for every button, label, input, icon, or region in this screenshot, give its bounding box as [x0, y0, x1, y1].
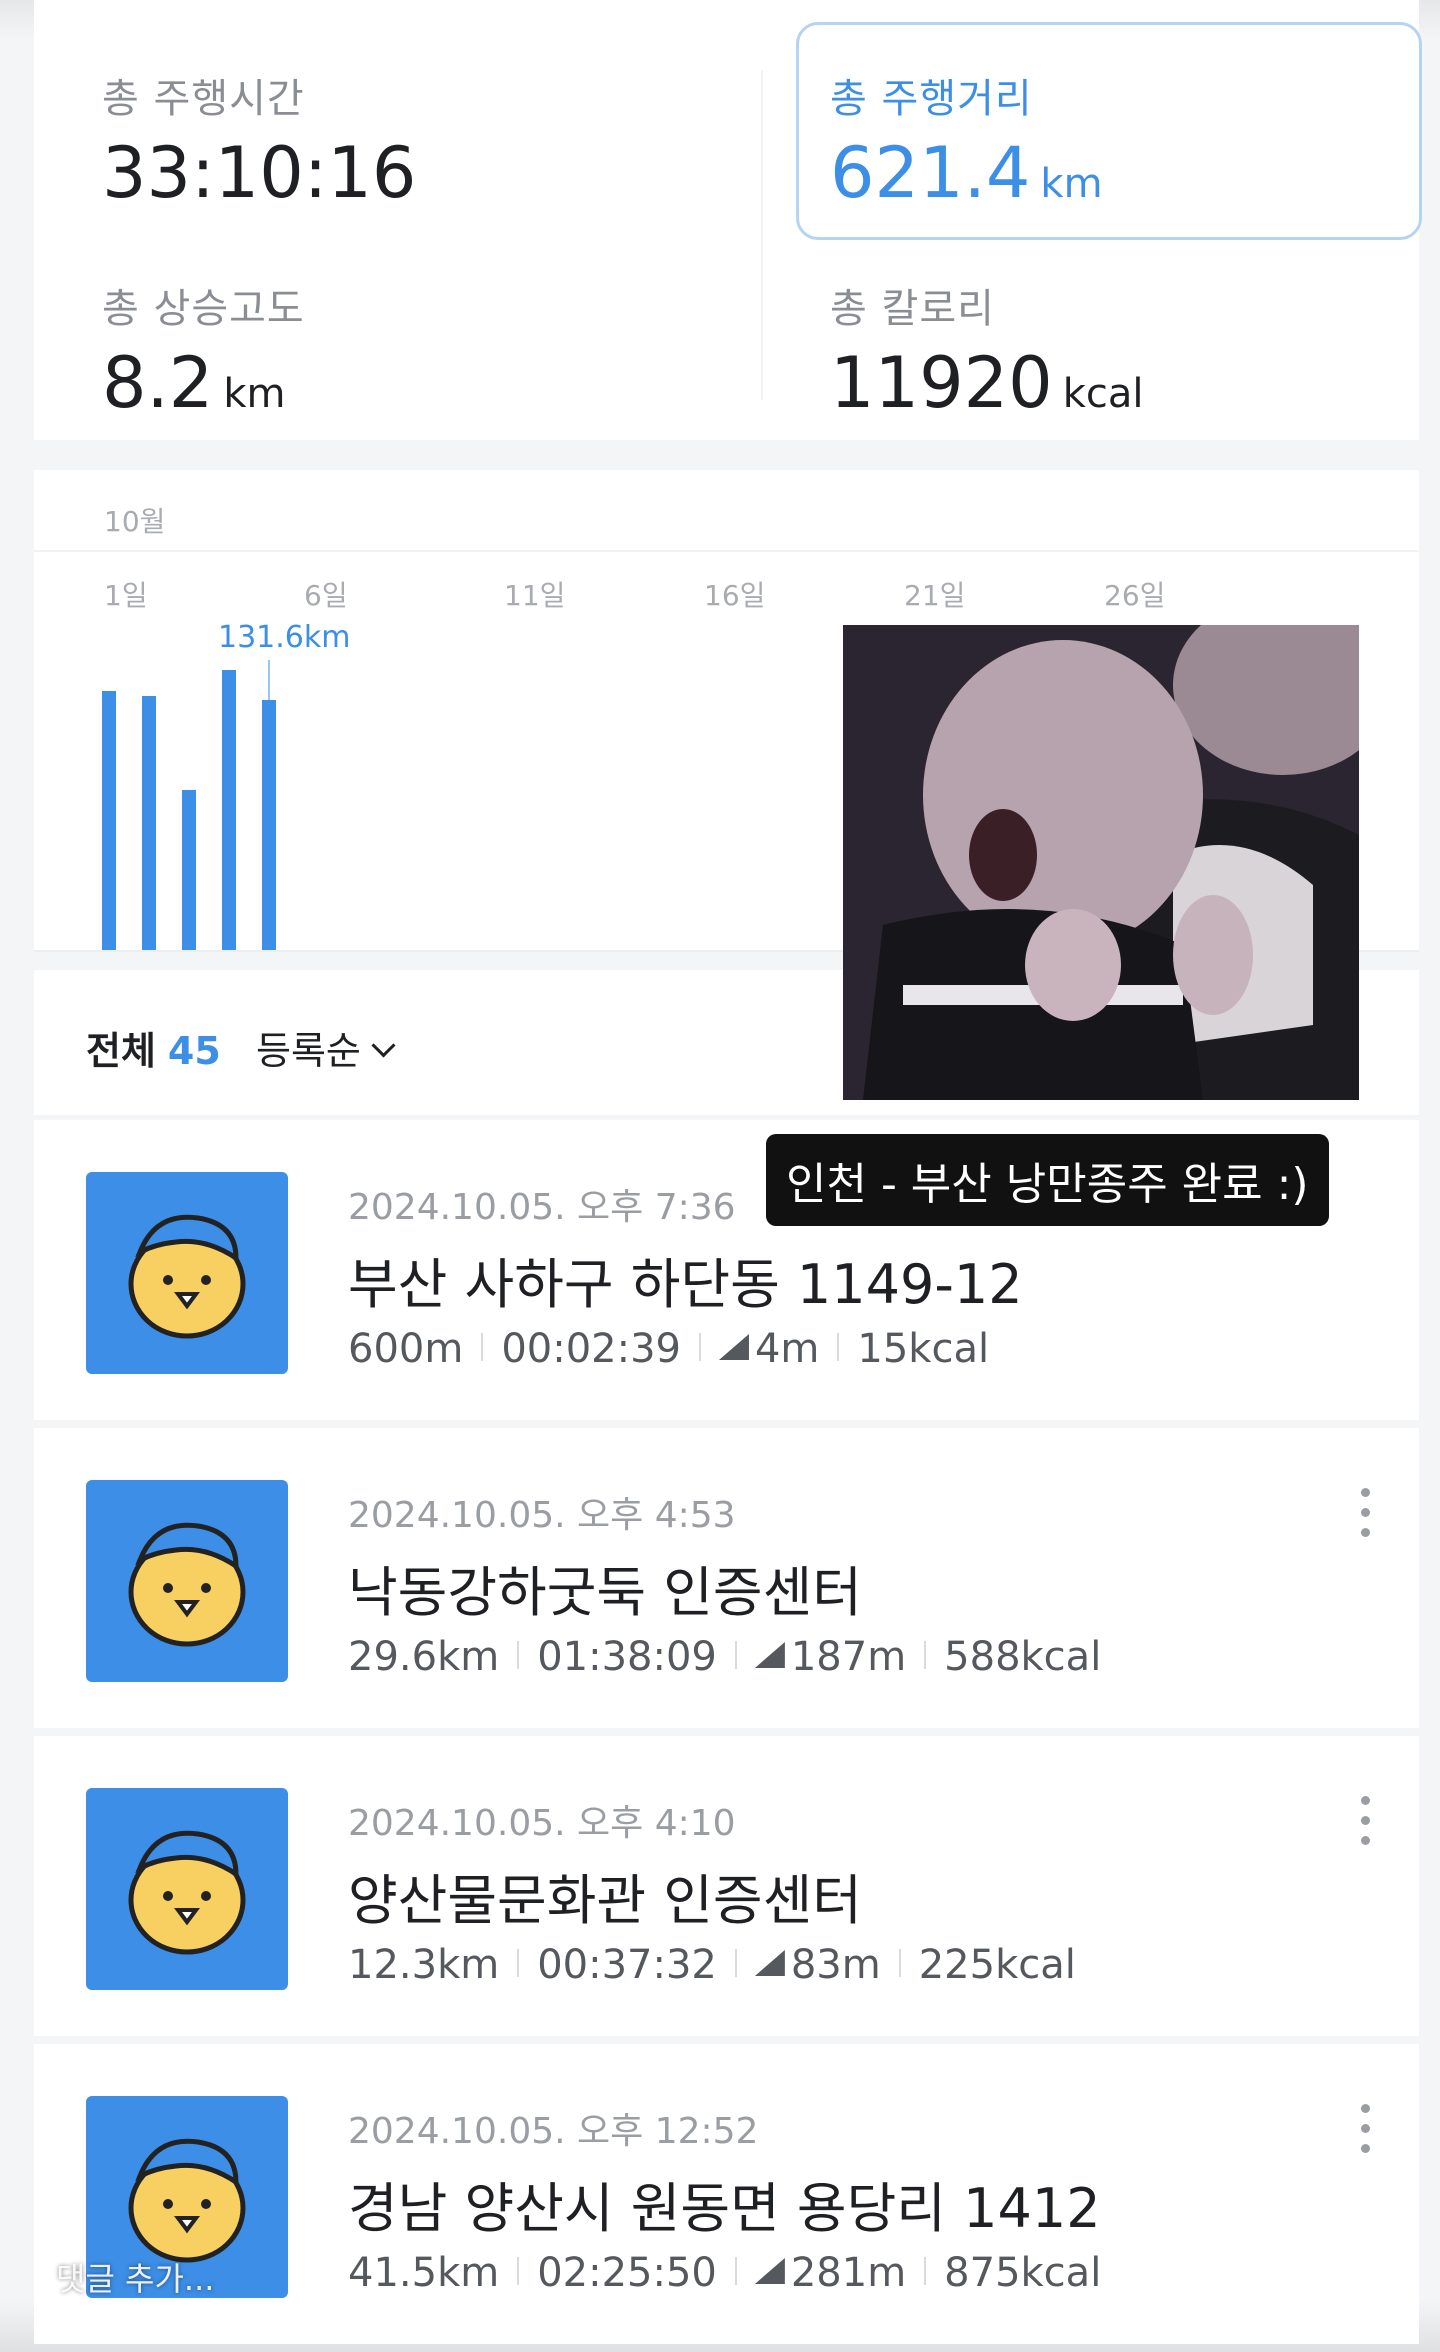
ride-title: 양산물문화관 인증센터 [348, 1869, 862, 1932]
x-tick: 11일 [504, 579, 566, 612]
ride-climb: 83m [790, 1942, 881, 1988]
climb-icon [754, 1642, 785, 1668]
stat-value: 33:10:16 [102, 132, 417, 214]
character-avatar-icon [128, 1214, 246, 1339]
ride-metrics: 12.3km 00:37:32 83m 225kcal [348, 1942, 1076, 1988]
stat-total-calories[interactable]: 총 칼로리 11920 kcal [830, 276, 1143, 424]
x-tick: 26일 [1104, 579, 1166, 612]
chart-bar[interactable] [182, 789, 196, 950]
stat-label: 총 주행거리 [830, 76, 1033, 122]
chart-month: 10월 [104, 505, 166, 538]
climb-icon [754, 2258, 785, 2284]
cheering-child-image [843, 625, 1359, 1100]
ride-date: 2024.10.05. 오후 4:53 [348, 1495, 736, 1536]
climb-icon [754, 1950, 785, 1976]
stat-label: 총 칼로리 [830, 286, 995, 332]
ride-calories: 15kcal [857, 1326, 990, 1372]
stat-label: 총 주행시간 [102, 76, 305, 122]
divider [517, 1949, 520, 1977]
divider [517, 2257, 520, 2285]
ride-metrics: 600m 00:02:39 4m 15kcal [348, 1326, 989, 1372]
ride-metrics: 41.5km 02:25:50 281m 875kcal [348, 2250, 1101, 2296]
chart-top-line [34, 550, 1419, 552]
overlay-photo [843, 625, 1359, 1100]
bar-value-pin [268, 659, 270, 700]
stat-total-time[interactable]: 총 주행시간 33:10:16 [102, 66, 416, 214]
all-filter[interactable]: 전체 45 [86, 1020, 221, 1075]
more-options-icon[interactable] [1361, 1796, 1371, 1846]
ride-thumbnail [86, 1172, 288, 1374]
x-tick: 1일 [104, 579, 148, 612]
ride-distance: 600m [348, 1326, 464, 1372]
ride-date: 2024.10.05. 오후 12:52 [348, 2111, 759, 2152]
ride-count: 45 [167, 1029, 221, 1073]
divider [481, 1333, 484, 1361]
ride-calories: 588kcal [944, 1634, 1102, 1680]
ride-list-item[interactable]: 2024.10.05. 오후 4:10 양산물문화관 인증센터 12.3km 00… [34, 1736, 1419, 2036]
ride-distance: 12.3km [348, 1942, 500, 1988]
ride-climb: 281m [790, 2250, 907, 2296]
stat-label: 총 상승고도 [102, 286, 305, 332]
stat-total-distance[interactable]: 총 주행거리 621.4 km [830, 66, 1103, 214]
ride-title: 낙동강하굿둑 인증센터 [348, 1561, 862, 1624]
chart-bar[interactable] [142, 695, 156, 950]
x-tick: 16일 [704, 579, 766, 612]
character-avatar-icon [128, 1830, 246, 1955]
ride-climb: 187m [790, 1634, 907, 1680]
ride-duration: 01:38:09 [537, 1634, 717, 1680]
ride-distance: 29.6km [348, 1634, 500, 1680]
ride-list-item[interactable]: 2024.10.05. 오후 12:52 경남 양산시 원동면 용당리 1412… [34, 2044, 1419, 2344]
ride-duration: 00:37:32 [537, 1942, 717, 1988]
bar-value-label: 131.6km [218, 619, 351, 655]
ride-list-item[interactable]: 2024.10.05. 오후 4:53 낙동강하굿둑 인증센터 29.6km 01… [34, 1428, 1419, 1728]
ride-title: 부산 사하구 하단동 1149-12 [348, 1253, 1023, 1316]
x-tick: 6일 [304, 579, 348, 612]
chevron-down-icon [371, 1033, 396, 1058]
ride-date: 2024.10.05. 오후 4:10 [348, 1803, 736, 1844]
divider [898, 1949, 901, 1977]
comment-input[interactable]: 댓글 추가... [56, 2254, 214, 2300]
stats-panel: 총 주행시간 33:10:16 총 주행거리 621.4 km 총 상승고도 8.… [34, 0, 1422, 440]
ride-thumbnail [86, 1480, 288, 1682]
sort-label: 등록순 [256, 1029, 361, 1073]
sort-dropdown[interactable]: 등록순 [256, 1020, 396, 1075]
all-label: 전체 [86, 1029, 156, 1073]
more-options-icon[interactable] [1361, 1488, 1371, 1538]
divider [734, 2257, 737, 2285]
chart-bar[interactable] [102, 691, 116, 950]
stat-value: 621.4 km [830, 132, 1103, 214]
stat-unit: km [1040, 161, 1103, 207]
more-options-icon[interactable] [1361, 2104, 1371, 2154]
ride-calories: 875kcal [944, 2250, 1102, 2296]
stat-value: 11920 kcal [830, 342, 1144, 424]
divider [698, 1333, 701, 1361]
stat-total-elevation[interactable]: 총 상승고도 8.2 km [102, 276, 305, 424]
ride-duration: 00:02:39 [501, 1326, 681, 1372]
stat-unit: kcal [1062, 371, 1144, 417]
divider [734, 1641, 737, 1669]
ride-climb: 4m [754, 1326, 820, 1372]
character-avatar-icon [128, 1522, 246, 1647]
ride-date: 2024.10.05. 오후 7:36 [348, 1187, 736, 1228]
divider [924, 1641, 927, 1669]
ride-distance: 41.5km [348, 2250, 500, 2296]
ride-title: 경남 양산시 원동면 용당리 1412 [348, 2177, 1101, 2240]
divider [924, 2257, 927, 2285]
stats-divider [761, 70, 763, 400]
divider [734, 1949, 737, 1977]
divider [837, 1333, 840, 1361]
stat-unit: km [223, 371, 286, 417]
ride-metrics: 29.6km 01:38:09 187m 588kcal [348, 1634, 1101, 1680]
page: 총 주행시간 33:10:16 총 주행거리 621.4 km 총 상승고도 8.… [0, 0, 1440, 2352]
ride-calories: 225kcal [918, 1942, 1076, 1988]
chart-bar[interactable] [222, 669, 236, 950]
divider [517, 1641, 520, 1669]
ride-duration: 02:25:50 [537, 2250, 717, 2296]
chart-bar[interactable] [262, 699, 276, 950]
x-tick: 21일 [904, 579, 966, 612]
ride-thumbnail [86, 1788, 288, 1990]
story-caption: 인천 - 부산 낭만종주 완료 :) [766, 1134, 1329, 1226]
stat-value: 8.2 km [102, 342, 286, 424]
climb-icon [718, 1334, 749, 1360]
